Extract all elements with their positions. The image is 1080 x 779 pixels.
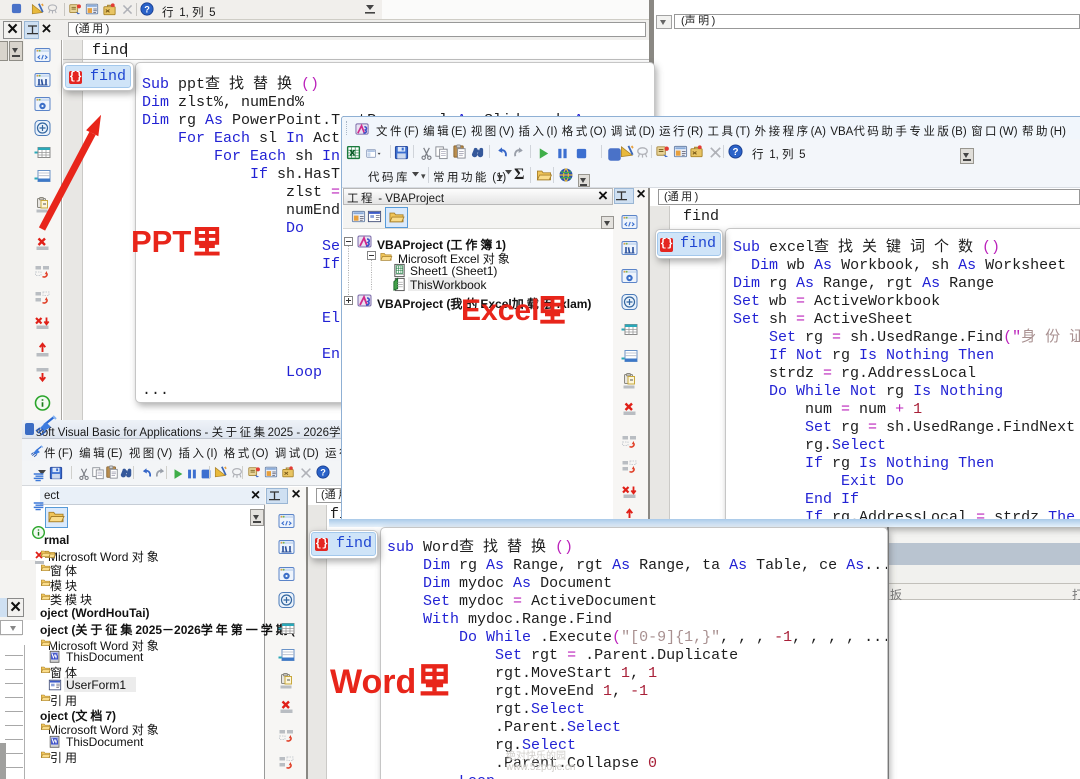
svg-text:Word: Word: [330, 663, 416, 701]
svg-text:Excel: Excel: [461, 294, 539, 327]
svg-text:PPT: PPT: [131, 224, 191, 259]
